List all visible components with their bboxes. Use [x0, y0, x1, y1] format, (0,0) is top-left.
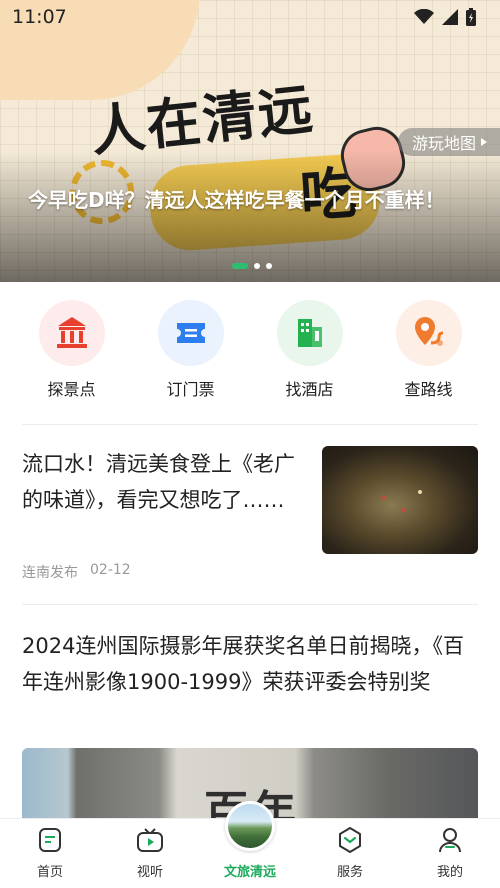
tab-home[interactable]: 首页: [0, 819, 100, 888]
hotel-icon: [276, 300, 343, 366]
tab-label: 服务: [336, 865, 363, 880]
quick-action-label: 订门票: [166, 380, 215, 399]
quick-action-route[interactable]: 查路线: [379, 300, 479, 410]
tab-culture-tourism[interactable]: 文旅清远: [200, 801, 300, 888]
landscape-avatar-icon: [225, 801, 275, 851]
quick-action-label: 查路线: [404, 380, 453, 399]
route-pin-icon: [395, 300, 462, 366]
article-source: 连南发布: [22, 565, 78, 581]
tab-label: 我的: [436, 865, 463, 880]
banner-caption: 今早吃D咩？清远人这样吃早餐一个月不重样！: [28, 188, 445, 212]
bottom-tab-bar: 首页 视听 文旅清远 服务 我的: [0, 801, 500, 888]
quick-action-label: 探景点: [47, 380, 96, 399]
tab-profile[interactable]: 我的: [400, 819, 500, 888]
article-card[interactable]: 2024连州国际摄影年展获奖名单日前揭晓，《百年连州影像1900-1999》荣获…: [22, 628, 478, 828]
caret-right-icon: [481, 138, 487, 146]
cellular-signal-icon: [442, 9, 458, 25]
article-title: 2024连州国际摄影年展获奖名单日前揭晓，《百年连州影像1900-1999》荣获…: [22, 634, 464, 694]
quick-action-scenic[interactable]: 探景点: [22, 300, 122, 410]
tv-play-icon: [135, 825, 165, 855]
quick-action-tickets[interactable]: 订门票: [141, 300, 241, 410]
thumbnail-detail: [418, 490, 422, 494]
thumbnail-detail: [402, 508, 406, 512]
wifi-icon: [414, 9, 434, 24]
article-meta: 连南发布 02-12: [22, 562, 131, 582]
hero-banner[interactable]: 人在清远 吃 今早吃D咩？清远人这样吃早餐一个月不重样！ 游玩地图: [0, 0, 500, 282]
carousel-dot[interactable]: [254, 263, 260, 269]
tab-media[interactable]: 视听: [100, 819, 200, 888]
divider: [22, 604, 478, 605]
quick-actions: 探景点 订门票 找酒店 查路线: [0, 300, 500, 410]
status-time: 11:07: [12, 6, 67, 28]
profile-icon: [435, 825, 465, 855]
divider: [22, 424, 478, 425]
tour-map-link[interactable]: 游玩地图: [397, 128, 500, 156]
tab-label: 视听: [136, 865, 163, 880]
article-date: 02-12: [90, 562, 131, 578]
tour-map-label: 游玩地图: [411, 134, 476, 153]
ticket-icon: [157, 300, 224, 366]
article-title: 流口水！清远美食登上《老广的味道》，看完又想吃了……: [22, 452, 295, 512]
quick-action-label: 找酒店: [285, 380, 334, 399]
carousel-dot[interactable]: [266, 263, 272, 269]
carousel-dots: [232, 263, 272, 269]
tab-services[interactable]: 服务: [300, 819, 400, 888]
battery-icon: [466, 8, 476, 26]
carousel-dot[interactable]: [232, 263, 248, 269]
home-doc-icon: [35, 825, 65, 855]
service-shield-icon: [335, 825, 365, 855]
thumbnail-detail: [382, 496, 386, 500]
tab-label: 首页: [36, 865, 63, 880]
article-thumbnail: [322, 446, 478, 554]
article-card[interactable]: 流口水！清远美食登上《老广的味道》，看完又想吃了…… 连南发布 02-12: [22, 446, 478, 586]
status-icons: [414, 8, 476, 26]
tab-label: 文旅清远: [223, 865, 276, 880]
status-bar: 11:07: [0, 0, 500, 34]
quick-action-hotels[interactable]: 找酒店: [260, 300, 360, 410]
landmark-icon: [38, 300, 105, 366]
